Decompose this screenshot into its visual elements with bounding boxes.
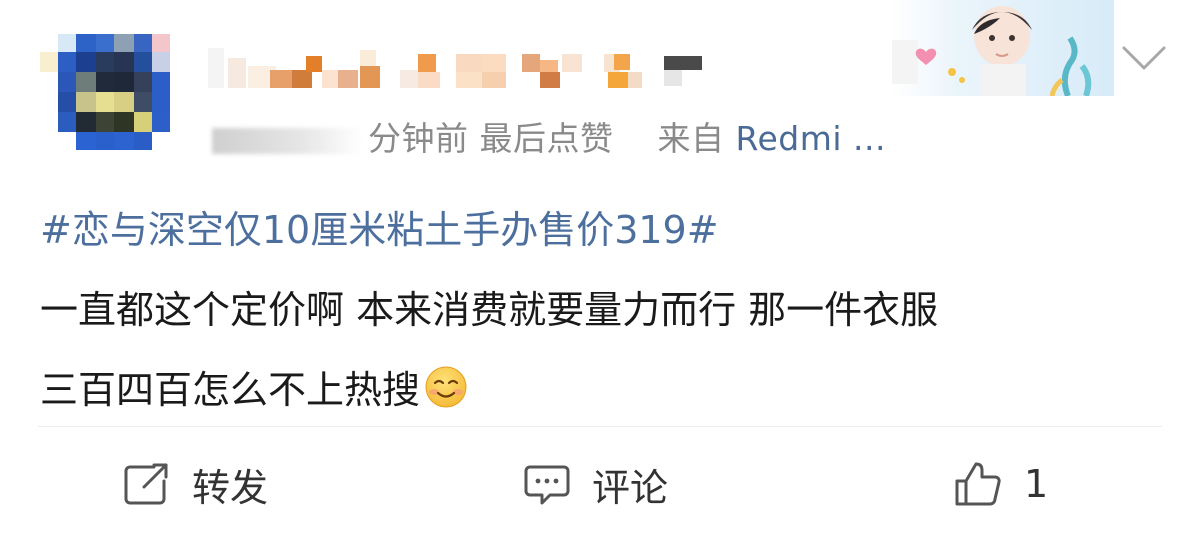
thumbs-up-icon xyxy=(955,462,1001,506)
meta-from: 来自 xyxy=(657,119,725,158)
username[interactable] xyxy=(208,40,708,96)
user-avatar[interactable] xyxy=(40,22,174,150)
hashtag-link[interactable]: #恋与深空仅10厘米粘土手办售价319# xyxy=(40,190,1170,270)
repost-icon xyxy=(124,463,168,505)
meta-device[interactable]: Redmi ... xyxy=(736,119,886,158)
meta-time: 分钟前 xyxy=(368,119,469,158)
post-content: #恋与深空仅10厘米粘土手办售价319# 一直都这个定价啊 本来消费就要量力而行… xyxy=(40,190,1170,430)
post-body-line2: 三百四百怎么不上热搜 xyxy=(40,368,421,412)
blurred-time xyxy=(212,127,362,154)
like-count: 1 xyxy=(1024,462,1049,506)
smile-emoji xyxy=(424,356,468,408)
post-body-line1: 一直都这个定价啊 本来消费就要量力而行 那一件衣服 xyxy=(40,288,939,332)
chevron-down-icon[interactable] xyxy=(1120,40,1168,76)
divider xyxy=(38,426,1162,427)
post-meta: 分钟前 最后点赞 来自 Redmi ... xyxy=(212,112,886,160)
repost-button[interactable]: 转发 xyxy=(124,456,268,512)
comment-icon xyxy=(524,465,570,505)
repost-label: 转发 xyxy=(192,465,269,510)
like-button[interactable]: 1 xyxy=(954,456,1048,512)
meta-last-like: 最后点赞 xyxy=(479,119,614,158)
comment-label: 评论 xyxy=(592,465,669,510)
comment-button[interactable]: 评论 xyxy=(524,456,668,512)
profile-card-decoration[interactable] xyxy=(892,0,1114,98)
